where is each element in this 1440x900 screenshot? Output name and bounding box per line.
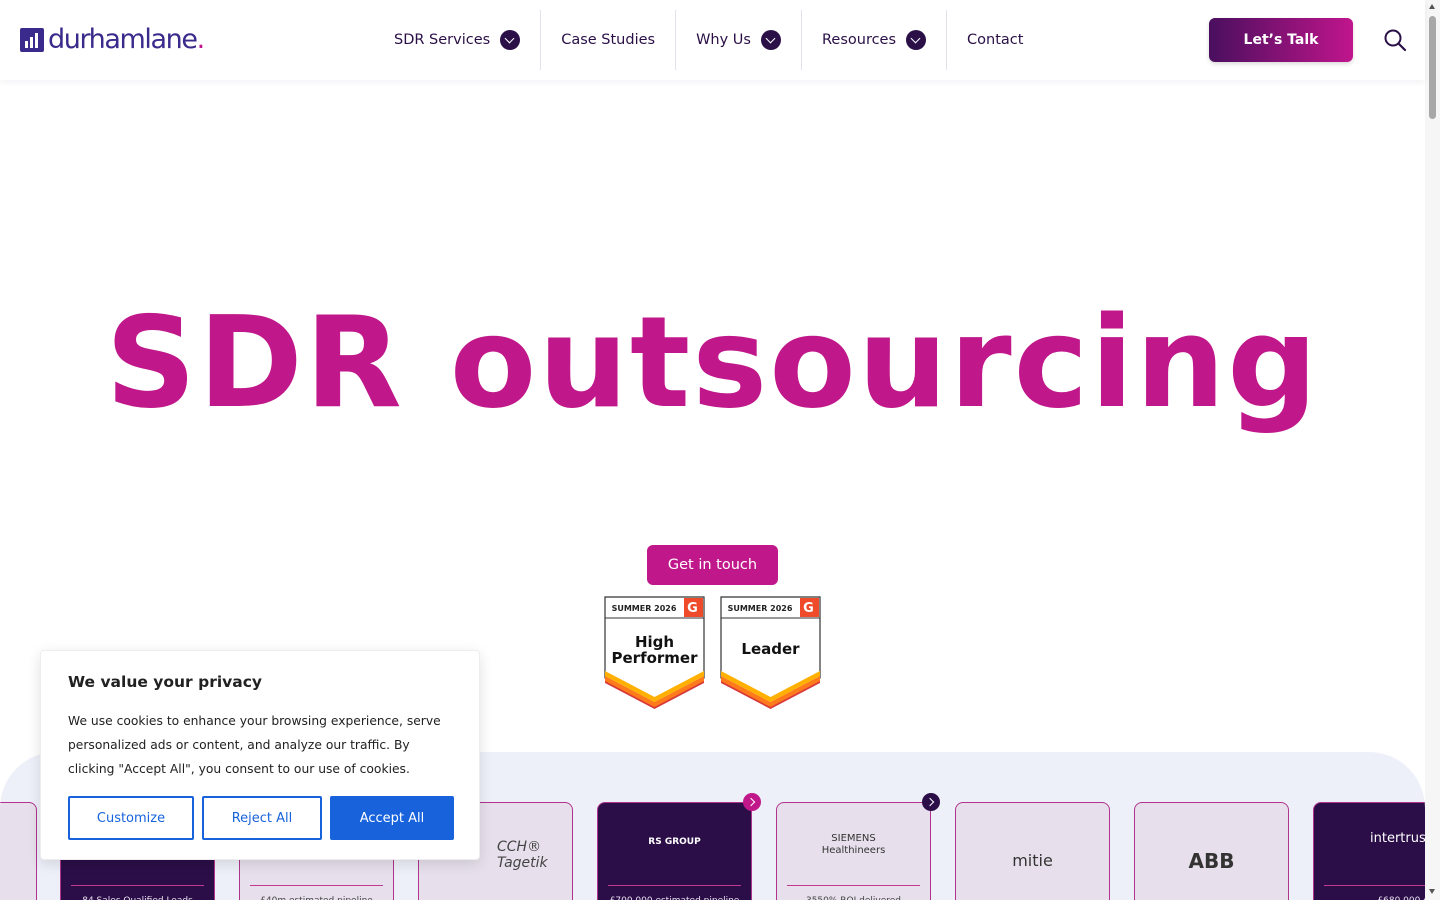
nav-item-resources[interactable]: Resources bbox=[802, 10, 948, 70]
cookie-consent-banner: We value your privacy We use cookies to … bbox=[40, 650, 480, 860]
chevron-down-icon[interactable] bbox=[500, 30, 521, 50]
badge-season: SUMMER 2026 bbox=[612, 604, 677, 613]
cookie-body: We use cookies to enhance your browsing … bbox=[68, 714, 441, 776]
client-card[interactable]: SIEMENS Healthineers 3550% ROI delivered bbox=[776, 802, 931, 900]
client-logo-rs-group: RS GROUP bbox=[648, 837, 701, 847]
carousel-arrow-right-icon[interactable] bbox=[922, 793, 940, 811]
site-header: durhamlane . SDR Services Case Studies W… bbox=[0, 0, 1425, 80]
scroll-up-arrow-icon[interactable] bbox=[1429, 4, 1435, 9]
scroll-thumb[interactable] bbox=[1429, 16, 1436, 119]
badge-season: SUMMER 2026 bbox=[728, 604, 793, 613]
nav-item-label: SDR Services bbox=[394, 32, 491, 48]
badge-title-line2: Performer bbox=[612, 649, 699, 667]
client-stat: £680,000 closed won bbox=[1324, 885, 1425, 900]
client-logo-abb: ABB bbox=[1188, 849, 1235, 873]
accept-all-button[interactable]: Accept All bbox=[330, 796, 454, 840]
logo-bars-icon bbox=[20, 28, 44, 52]
nav-item-label: Case Studies bbox=[561, 32, 656, 48]
customize-button[interactable]: Customize bbox=[68, 796, 194, 840]
g2-badge-high-performer: G SUMMER 2026 High Performer bbox=[604, 596, 705, 709]
client-card[interactable]: intertrust GROUP £680,000 closed won bbox=[1313, 802, 1425, 900]
client-card[interactable] bbox=[0, 802, 37, 900]
search-icon[interactable] bbox=[1383, 28, 1407, 52]
reject-all-button[interactable]: Reject All bbox=[202, 796, 322, 840]
brand-logo[interactable]: durhamlane . bbox=[20, 26, 205, 54]
lets-talk-button[interactable]: Let’s Talk bbox=[1209, 18, 1353, 62]
main-nav: SDR Services Case Studies Why Us Resourc… bbox=[374, 10, 1043, 70]
nav-item-label: Why Us bbox=[696, 32, 751, 48]
nav-item-label: Resources bbox=[821, 32, 897, 48]
get-in-touch-button[interactable]: Get in touch bbox=[647, 545, 778, 585]
chevron-down-icon[interactable] bbox=[906, 30, 927, 50]
nav-item-case-studies[interactable]: Case Studies bbox=[541, 10, 677, 70]
nav-item-label: Contact bbox=[967, 32, 1024, 48]
g2-badge-leader: G SUMMER 2026 Leader bbox=[720, 596, 821, 709]
client-stat: £40m estimated pipeline bbox=[250, 885, 383, 900]
scroll-down-arrow-icon[interactable] bbox=[1429, 889, 1435, 894]
client-logo-mitie: mitie bbox=[1012, 851, 1053, 870]
logo-text: durhamlane bbox=[48, 24, 198, 55]
nav-item-sdr-services[interactable]: SDR Services bbox=[374, 10, 542, 70]
client-logo-intertrust: intertrust GROUP bbox=[1370, 831, 1425, 846]
carousel-arrow-right-icon[interactable] bbox=[743, 793, 761, 811]
badge-title-line1: Leader bbox=[741, 640, 800, 658]
client-stat: 3550% ROI delivered bbox=[787, 885, 920, 900]
nav-item-why-us[interactable]: Why Us bbox=[676, 10, 802, 70]
logo-dot: . bbox=[196, 24, 206, 55]
chevron-down-icon[interactable] bbox=[760, 30, 781, 50]
client-card[interactable]: mitie bbox=[955, 802, 1110, 900]
g2-logo-icon: G bbox=[687, 601, 698, 616]
hero-title: SDR outsourcing bbox=[105, 289, 1320, 436]
client-stat: 84 Sales Qualified Leads bbox=[71, 885, 204, 900]
nav-item-contact[interactable]: Contact bbox=[947, 10, 1043, 70]
client-stat: £700,000 estimated pipeline bbox=[608, 885, 741, 900]
client-card[interactable]: ABB bbox=[1134, 802, 1289, 900]
cookie-title: We value your privacy bbox=[68, 673, 263, 691]
client-card[interactable]: RS GROUP £700,000 estimated pipeline bbox=[597, 802, 752, 900]
client-logo-siemens-healthineers: SIEMENS Healthineers bbox=[821, 833, 886, 856]
g2-logo-icon: G bbox=[803, 601, 814, 616]
page-scrollbar[interactable] bbox=[1425, 0, 1440, 900]
